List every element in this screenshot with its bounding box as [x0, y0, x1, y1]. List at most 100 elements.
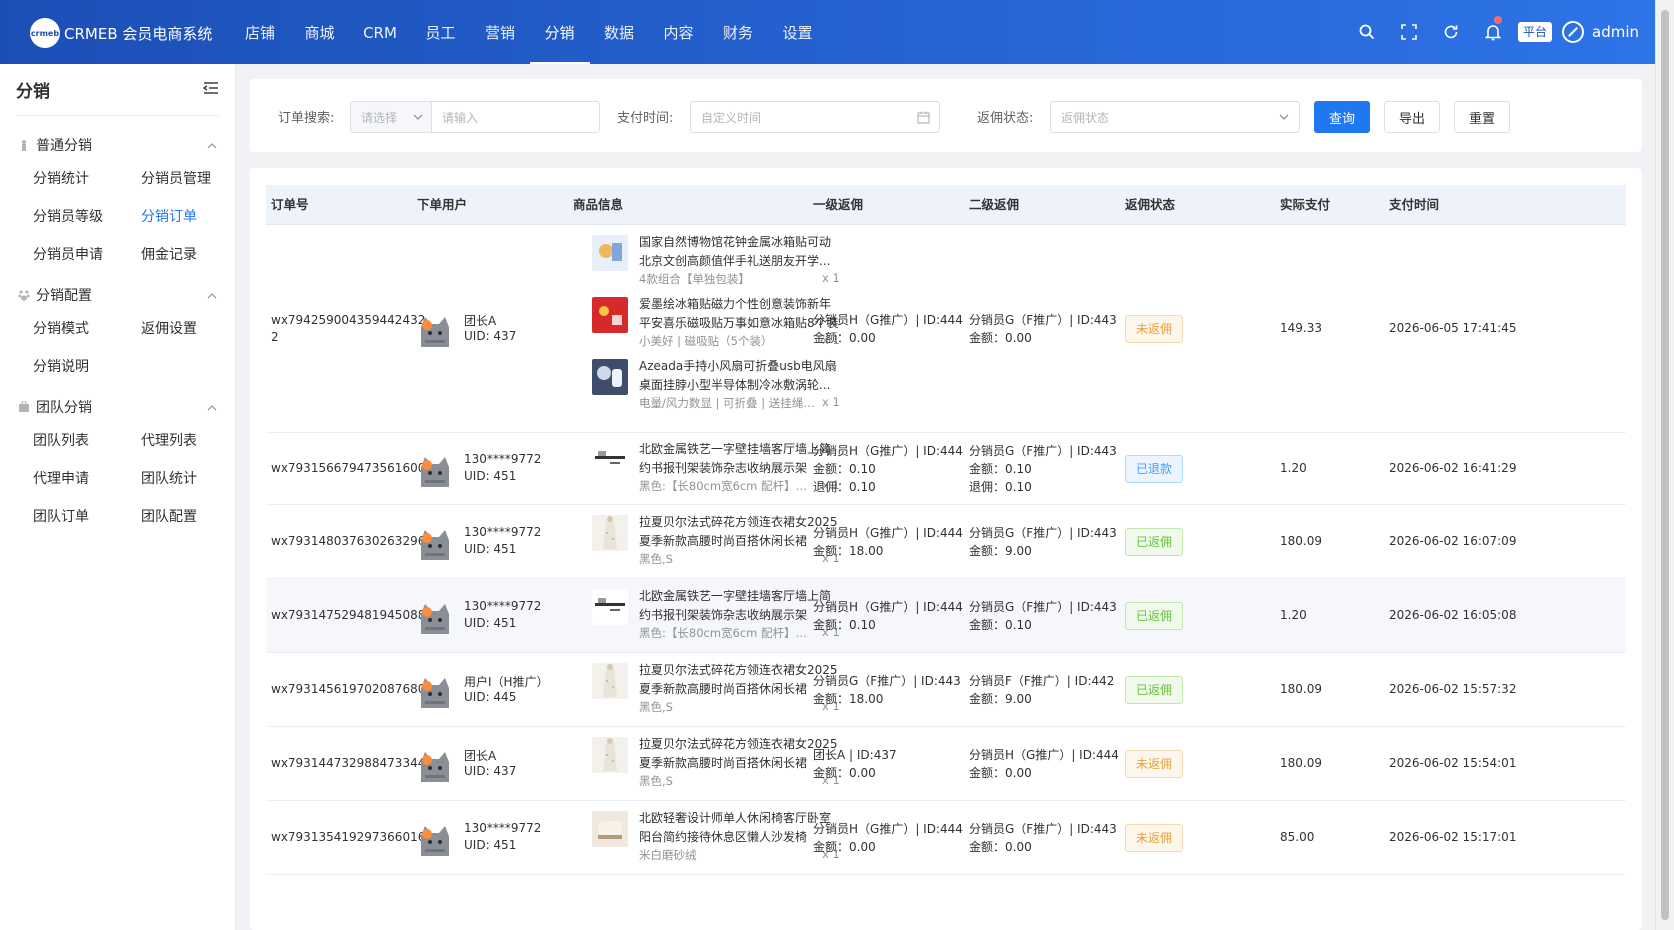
- pay-time-label: 支付时间:: [617, 111, 674, 126]
- sidebar-group-header[interactable]: 普通分销: [0, 134, 235, 156]
- search-icon[interactable]: [1346, 0, 1388, 64]
- sidebar-item[interactable]: 佣金记录: [141, 244, 249, 266]
- column-header: 一级返佣: [813, 197, 864, 212]
- product-name[interactable]: Azeada手持小风扇可折叠usb电风扇桌面挂脖小型半导体制冷冰敷涡轮...: [639, 357, 839, 395]
- sidebar-item[interactable]: 团队列表: [33, 430, 141, 452]
- bell-icon[interactable]: [1472, 0, 1514, 64]
- export-button[interactable]: 导出: [1384, 101, 1440, 133]
- product-name[interactable]: 国家自然博物馆花钟金属冰箱贴可动北京文创高颜值伴手礼送朋友开学...: [639, 233, 839, 271]
- sidebar-item[interactable]: 分销说明: [33, 356, 141, 378]
- product-item[interactable]: 北欧轻奢设计师单人休闲椅客厅卧室阳台简约接待休息区懒人沙发椅 米白磨砂绒 x 1: [592, 809, 842, 867]
- nav-item-5[interactable]: 分销: [529, 0, 590, 64]
- admin-username[interactable]: admin: [1592, 23, 1639, 41]
- user-uid: UID: 437: [464, 329, 517, 343]
- sidebar-group-header[interactable]: 团队分销: [0, 396, 235, 418]
- order-number[interactable]: wx793145619702087680: [271, 681, 425, 698]
- order-number[interactable]: wx794259004359442432_ 2: [271, 312, 431, 346]
- user-uid: UID: 451: [464, 616, 517, 630]
- sidebar-item[interactable]: 分销统计: [33, 168, 141, 190]
- scrollbar-thumb[interactable]: [1661, 10, 1669, 920]
- product-spec: 黑色,S: [639, 700, 673, 714]
- nav-item-9[interactable]: 设置: [768, 0, 828, 64]
- search-type-select[interactable]: 请选择: [350, 101, 432, 133]
- brand-logo[interactable]: crmeb CRMEB 会员电商系统: [30, 18, 212, 48]
- sidebar-item[interactable]: 团队订单: [33, 506, 141, 528]
- commission-status-badge: 已返佣: [1125, 528, 1184, 556]
- product-thumbnail: [592, 297, 628, 333]
- refresh-icon[interactable]: [1430, 0, 1472, 64]
- product-item[interactable]: 北欧金属铁艺一字壁挂墙客厅墙上简约书报刊架装饰杂志收纳展示架 黑色:【长80cm宽…: [592, 587, 842, 645]
- payment-time: 2026-06-02 16:41:29: [1389, 461, 1517, 475]
- reset-button[interactable]: 重置: [1454, 101, 1510, 133]
- product-name[interactable]: 北欧轻奢设计师单人休闲椅客厅卧室阳台简约接待休息区懒人沙发椅: [639, 809, 839, 847]
- query-button[interactable]: 查询: [1314, 101, 1370, 133]
- commission-status-badge: 未返佣: [1125, 315, 1184, 343]
- fullscreen-icon[interactable]: [1388, 0, 1430, 64]
- product-item[interactable]: 拉夏贝尔法式碎花方领连衣裙女2025夏季新款高腰时尚百搭休闲长裙 黑色,S x 1: [592, 661, 842, 719]
- product-name[interactable]: 拉夏贝尔法式碎花方领连衣裙女2025夏季新款高腰时尚百搭休闲长裙: [639, 661, 839, 699]
- filter-panel: 订单搜索: 请选择 请输入 支付时间: 自定义时间 返佣状态: 返佣状态 查询 …: [250, 79, 1642, 152]
- table-row[interactable]: wx793144732988473344 团长A UID: 437 拉夏贝尔法式碎花方…: [266, 727, 1626, 801]
- table-row[interactable]: wx793148037630263296 130****9772 UID: 451 拉…: [266, 505, 1626, 579]
- platform-tag[interactable]: 平台: [1517, 22, 1552, 42]
- product-item[interactable]: 拉夏贝尔法式碎花方领连衣裙女2025夏季新款高腰时尚百搭休闲长裙 黑色,S x 1: [592, 513, 842, 571]
- collapse-menu-icon[interactable]: [202, 81, 219, 99]
- user-uid: UID: 451: [464, 838, 517, 852]
- order-number[interactable]: wx793144732988473344: [271, 755, 425, 772]
- product-name[interactable]: 拉夏贝尔法式碎花方领连衣裙女2025夏季新款高腰时尚百搭休闲长裙: [639, 735, 839, 773]
- product-item[interactable]: 国家自然博物馆花钟金属冰箱贴可动北京文创高颜值伴手礼送朋友开学... 4款组合【单…: [592, 233, 842, 291]
- product-item[interactable]: Azeada手持小风扇可折叠usb电风扇桌面挂脖小型半导体制冷冰敷涡轮... 电量…: [592, 357, 842, 415]
- nav-item-4[interactable]: 营销: [470, 0, 530, 64]
- product-name[interactable]: 北欧金属铁艺一字壁挂墙客厅墙上简约书报刊架装饰杂志收纳展示架: [639, 587, 839, 625]
- sidebar-item[interactable]: 返佣设置: [141, 318, 249, 340]
- product-name[interactable]: 拉夏贝尔法式碎花方领连衣裙女2025夏季新款高腰时尚百搭休闲长裙: [639, 513, 839, 551]
- nav-item-1[interactable]: 商城: [290, 0, 350, 64]
- product-name[interactable]: 爱墨绘冰箱贴磁力个性创意装饰新年平安喜乐磁吸贴万事如意冰箱贴8个装: [639, 295, 839, 333]
- product-item[interactable]: 北欧金属铁艺一字壁挂墙客厅墙上简约书报刊架装饰杂志收纳展示架 黑色:【长80cm宽…: [592, 440, 842, 498]
- nav-item-3[interactable]: 员工: [411, 0, 471, 64]
- pay-time-picker[interactable]: 自定义时间: [690, 101, 940, 133]
- commission-status-badge: 已返佣: [1125, 602, 1184, 630]
- payment-time: 2026-06-02 15:57:32: [1389, 682, 1517, 696]
- table-row[interactable]: wx793147529481945088 130****9772 UID: 451 北…: [266, 579, 1626, 653]
- order-number[interactable]: wx793135419297366016: [271, 829, 425, 846]
- nav-item-2[interactable]: CRM: [349, 0, 411, 64]
- sidebar-item[interactable]: 团队统计: [141, 468, 249, 490]
- product-item[interactable]: 拉夏贝尔法式碎花方领连衣裙女2025夏季新款高腰时尚百搭休闲长裙 黑色,S x 1: [592, 735, 842, 793]
- chevron-down-icon: [1279, 114, 1289, 120]
- commission-status-select[interactable]: 返佣状态: [1050, 101, 1300, 133]
- table-row[interactable]: wx794259004359442432_ 2 团长A UID: 437 国家自然博物…: [266, 225, 1626, 433]
- first-level-commission-line: 分销员H（G推广）| ID:444: [813, 526, 963, 540]
- nav-item-7[interactable]: 内容: [649, 0, 709, 64]
- product-thumbnail: [592, 359, 628, 395]
- second-level-commission: 分销员G（F推广）| ID:443 金额：0.00: [969, 820, 1117, 856]
- product-name[interactable]: 北欧金属铁艺一字壁挂墙客厅墙上简约书报刊架装饰杂志收纳展示架: [639, 440, 839, 478]
- calendar-icon: [917, 111, 930, 124]
- sidebar-item[interactable]: 分销员管理: [141, 168, 249, 190]
- page-scrollbar[interactable]: [1655, 0, 1674, 930]
- sidebar-item[interactable]: 团队配置: [141, 506, 249, 528]
- chevron-up-icon: [207, 137, 217, 153]
- product-item[interactable]: 爱墨绘冰箱贴磁力个性创意装饰新年平安喜乐磁吸贴万事如意冰箱贴8个装 小美好 | 磁…: [592, 295, 842, 353]
- order-number[interactable]: wx793148037630263296: [271, 533, 425, 550]
- sidebar-item[interactable]: 分销订单: [141, 206, 249, 228]
- nav-item-8[interactable]: 财务: [708, 0, 768, 64]
- sidebar-item[interactable]: 代理列表: [141, 430, 249, 452]
- sidebar-item[interactable]: 分销模式: [33, 318, 141, 340]
- sidebar-item[interactable]: 分销员申请: [33, 244, 141, 266]
- product-thumbnail: [592, 737, 628, 773]
- sidebar-group-header[interactable]: 分销配置: [0, 284, 235, 306]
- sidebar-item[interactable]: 代理申请: [33, 468, 141, 490]
- sidebar-item[interactable]: 分销员等级: [33, 206, 141, 228]
- nav-item-6[interactable]: 数据: [589, 0, 649, 64]
- first-level-commission: 分销员H（G推广）| ID:444 金额：0.00: [813, 820, 963, 856]
- order-number[interactable]: wx793156679473561600: [271, 460, 425, 477]
- table-row[interactable]: wx793156679473561600 130****9772 UID: 451 北…: [266, 433, 1626, 505]
- table-row[interactable]: wx793145619702087680 用户I（H推广） UID: 445 拉夏贝尔…: [266, 653, 1626, 727]
- order-search-input[interactable]: 请输入: [431, 101, 600, 133]
- admin-avatar-icon[interactable]: [1562, 21, 1584, 43]
- order-number[interactable]: wx793147529481945088: [271, 607, 425, 624]
- table-row[interactable]: wx793135419297366016 130****9772 UID: 451 北…: [266, 801, 1626, 875]
- nav-item-0[interactable]: 店铺: [230, 0, 290, 64]
- first-level-commission-line: 金额：0.00: [813, 766, 876, 780]
